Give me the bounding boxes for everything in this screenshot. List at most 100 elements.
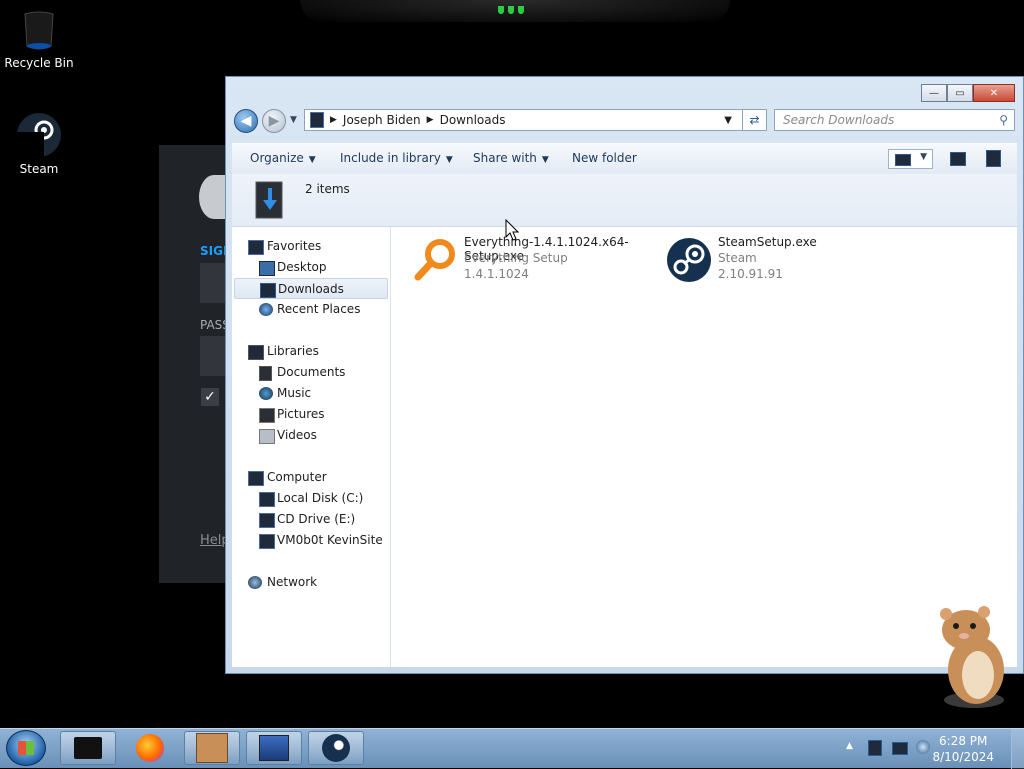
details-header: 2 items — [232, 174, 1017, 227]
show-hidden-icons-button[interactable]: ▲ — [846, 741, 853, 751]
taskbar-installer-button[interactable] — [246, 731, 302, 765]
nav-local-disk[interactable]: Local Disk (C:) — [232, 488, 388, 509]
nav-downloads[interactable]: Downloads — [234, 278, 388, 299]
desktop-icon-recycle-bin[interactable]: Recycle Bin — [1, 10, 77, 70]
start-button[interactable] — [6, 730, 46, 766]
gadget-light — [518, 6, 524, 14]
search-input[interactable]: Search Downloads ⚲ — [774, 109, 1015, 131]
breadcrumb-item-downloads[interactable]: Downloads — [440, 113, 506, 127]
hamster-box-icon — [196, 733, 228, 763]
content-area: 2 items Favorites Desktop Downloads Rece… — [232, 174, 1017, 667]
file-description: Everything Setup — [464, 251, 568, 265]
file-item[interactable]: SteamSetup.exe Steam 2.10.91.91 — [666, 235, 906, 285]
documents-icon — [259, 366, 272, 381]
network-drive-icon — [259, 534, 275, 549]
close-button[interactable]: ✕ — [973, 84, 1015, 102]
help-button[interactable] — [986, 150, 1001, 167]
recycle-bin-icon — [23, 10, 55, 52]
taskbar-box-app-button[interactable] — [184, 731, 240, 765]
nav-label: Documents — [277, 365, 346, 379]
nav-libraries[interactable]: Libraries — [232, 341, 388, 362]
refresh-button[interactable]: ⇄ — [743, 109, 767, 131]
nav-desktop[interactable]: Desktop — [232, 257, 388, 278]
desktop-icon — [259, 261, 275, 276]
pictures-icon — [259, 408, 275, 423]
top-hanging-gadget — [300, 0, 730, 22]
nav-network-share[interactable]: VM0b0t KevinSite — [232, 530, 388, 551]
navigation-bar: ◀ ▶ ▼ ▶ Joseph Biden ▶ Downloads ▼ ⇄ Sea… — [232, 107, 1017, 135]
file-item[interactable]: Everything-1.4.1.1024.x64-Setup.exe Ever… — [412, 235, 652, 285]
caption-buttons: — ▭ ✕ — [921, 84, 1015, 102]
desktop-icon-steam[interactable]: Steam — [1, 112, 77, 176]
clock[interactable]: 6:28 PM 8/10/2024 — [932, 733, 994, 765]
volume-tray-icon[interactable] — [916, 740, 930, 754]
file-version: 2.10.91.91 — [718, 267, 783, 281]
taskbar-firefox-button[interactable] — [122, 731, 178, 765]
include-in-library-menu[interactable]: Include in library ▼ — [340, 151, 453, 165]
nav-computer[interactable]: Computer — [232, 467, 388, 488]
chevron-down-icon: ▼ — [445, 155, 453, 165]
nav-cd-drive[interactable]: CD Drive (E:) — [232, 509, 388, 530]
star-icon — [248, 240, 264, 255]
breadcrumb-item-user[interactable]: Joseph Biden — [343, 113, 421, 127]
windows-logo-icon — [18, 741, 34, 755]
view-icon — [895, 154, 911, 166]
file-description: Steam — [718, 251, 757, 265]
nav-label: Pictures — [277, 407, 325, 421]
action-center-icon[interactable] — [868, 740, 882, 756]
taskbar: ▲ 6:28 PM 8/10/2024 — [0, 728, 1024, 769]
nav-label: Computer — [267, 470, 327, 484]
minimize-button[interactable]: — — [921, 84, 947, 102]
everything-search-icon — [412, 237, 458, 283]
new-folder-button[interactable]: New folder — [572, 151, 637, 165]
gadget-light — [498, 6, 504, 14]
libraries-icon — [248, 345, 264, 360]
nav-music[interactable]: Music — [232, 383, 388, 404]
file-version: 1.4.1.1024 — [464, 267, 529, 281]
videos-icon — [259, 429, 275, 444]
search-icon[interactable]: ⚲ — [999, 110, 1008, 130]
breadcrumb-separator-icon[interactable]: ▶ — [427, 115, 434, 125]
nav-recent-places[interactable]: Recent Places — [232, 299, 388, 320]
nav-label: CD Drive (E:) — [277, 512, 356, 526]
organize-label: Organize — [250, 151, 304, 165]
navigation-pane: Favorites Desktop Downloads Recent Place… — [232, 227, 391, 667]
address-bar[interactable]: ▶ Joseph Biden ▶ Downloads ▼ — [304, 109, 743, 131]
nav-videos[interactable]: Videos — [232, 425, 388, 446]
nav-network[interactable]: Network — [232, 572, 388, 593]
organize-menu[interactable]: Organize ▼ — [250, 151, 316, 165]
maximize-button[interactable]: ▭ — [947, 84, 973, 102]
share-with-menu[interactable]: Share with ▼ — [473, 151, 549, 165]
taskbar-steam-button[interactable] — [308, 731, 364, 765]
address-dropdown-icon[interactable]: ▼ — [724, 115, 732, 126]
nav-label: Favorites — [267, 239, 322, 253]
nav-favorites[interactable]: Favorites — [232, 236, 388, 257]
nav-label: VM0b0t KevinSite — [277, 533, 383, 547]
music-icon — [259, 387, 273, 400]
nav-pictures[interactable]: Pictures — [232, 404, 388, 425]
change-view-button[interactable]: ▼ — [888, 149, 933, 169]
include-label: Include in library — [340, 151, 441, 165]
nav-label: Network — [267, 575, 318, 589]
clock-date: 8/10/2024 — [932, 750, 994, 764]
show-desktop-button[interactable] — [1011, 729, 1024, 769]
back-button[interactable]: ◀ — [234, 109, 258, 133]
nav-label: Libraries — [267, 344, 319, 358]
command-bar: Organize ▼ Include in library ▼ Share with… — [232, 143, 1017, 175]
recent-places-icon — [259, 303, 273, 316]
explorer-window: — ▭ ✕ ◀ ▶ ▼ ▶ Joseph Biden ▶ Downloads ▼… — [225, 76, 1024, 674]
nav-label: Music — [277, 386, 312, 400]
forward-button[interactable]: ▶ — [262, 109, 286, 133]
computer-icon — [248, 471, 264, 486]
taskbar-explorer-button[interactable] — [60, 731, 116, 765]
remember-me-checkbox[interactable]: ✓ — [201, 388, 219, 406]
gadget-light — [508, 6, 514, 14]
hamster-mascot-icon — [926, 600, 1016, 710]
mouse-cursor-icon — [505, 218, 520, 244]
breadcrumb-separator-icon[interactable]: ▶ — [330, 115, 337, 125]
downloads-icon — [260, 283, 276, 298]
nav-documents[interactable]: Documents — [232, 362, 388, 383]
preview-pane-button[interactable] — [950, 152, 966, 166]
recent-pages-chevron-icon[interactable]: ▼ — [290, 115, 297, 125]
network-tray-icon[interactable] — [892, 742, 908, 755]
